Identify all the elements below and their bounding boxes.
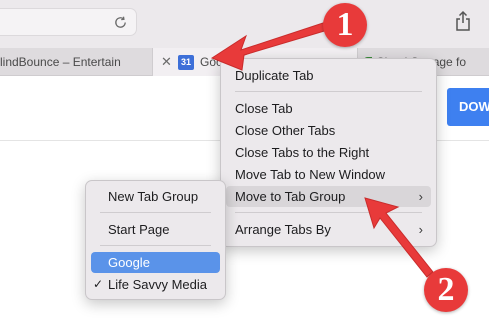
- calendar-icon: 31: [178, 55, 194, 70]
- browser-toolbar: [0, 0, 489, 48]
- chevron-right-icon: ›: [418, 189, 423, 204]
- menu-separator: [235, 91, 422, 92]
- menu-item-arrange-tabs-by[interactable]: Arrange Tabs By ›: [226, 219, 431, 240]
- callout-badge-1: 1: [323, 3, 367, 47]
- menu-item-label: Life Savvy Media: [108, 277, 207, 292]
- share-icon[interactable]: [454, 10, 472, 32]
- menu-item-move-to-tab-group[interactable]: Move to Tab Group ›: [226, 186, 431, 207]
- tab-context-menu: Duplicate Tab Close Tab Close Other Tabs…: [220, 58, 437, 247]
- menu-item-move-new-window[interactable]: Move Tab to New Window: [226, 164, 431, 185]
- menu-separator: [235, 212, 422, 213]
- callout-badge-2: 2: [424, 268, 468, 312]
- menu-item-close-other-tabs[interactable]: Close Other Tabs: [226, 120, 431, 141]
- menu-item-close-tabs-right[interactable]: Close Tabs to the Right: [226, 142, 431, 163]
- tab-group-submenu: New Tab Group Start Page Google ✓ Life S…: [85, 180, 226, 300]
- menu-item-life-savvy-media[interactable]: ✓ Life Savvy Media: [91, 274, 220, 295]
- menu-separator: [100, 212, 211, 213]
- menu-item-start-page[interactable]: Start Page: [91, 219, 220, 240]
- chevron-right-icon: ›: [418, 222, 423, 237]
- menu-item-duplicate-tab[interactable]: Duplicate Tab: [226, 65, 431, 86]
- menu-item-close-tab[interactable]: Close Tab: [226, 98, 431, 119]
- menu-separator: [100, 245, 211, 246]
- download-button[interactable]: DOW: [447, 88, 489, 126]
- menu-item-label: Move to Tab Group: [235, 189, 346, 204]
- tab-mindbounce[interactable]: lindBounce – Entertain: [0, 48, 152, 76]
- menu-item-label: Arrange Tabs By: [235, 222, 331, 237]
- close-icon[interactable]: ✕: [161, 48, 172, 76]
- menu-item-google-group[interactable]: Google: [91, 252, 220, 273]
- reload-icon[interactable]: [113, 15, 128, 30]
- address-bar[interactable]: [0, 8, 137, 36]
- checkmark-icon: ✓: [93, 277, 104, 291]
- tab-title: lindBounce – Entertain: [0, 55, 121, 69]
- menu-item-new-tab-group[interactable]: New Tab Group: [91, 186, 220, 207]
